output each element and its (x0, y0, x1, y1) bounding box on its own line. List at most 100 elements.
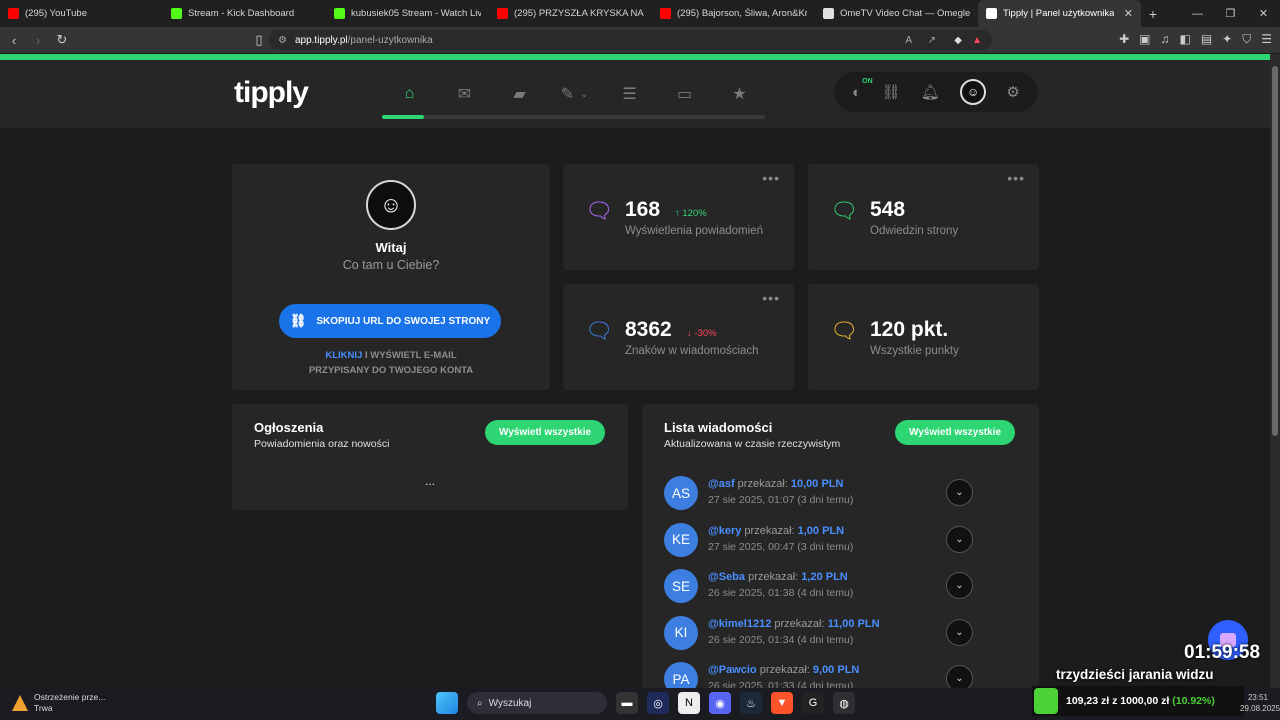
donation-verb: przekazał: (756, 664, 813, 677)
chat-icon: 🗨︎ (830, 318, 858, 343)
chat-icon: 🗨︎ (830, 198, 858, 223)
close-window-button[interactable]: ✕ (1247, 7, 1280, 20)
link-icon: ⛓ (289, 313, 307, 328)
leo-ai-icon[interactable]: ✦ (1222, 32, 1232, 47)
browser-tab[interactable]: OmeTV Video Chat — Omegle R (815, 0, 978, 27)
scrollbar-thumb[interactable] (1272, 66, 1278, 436)
header-avatar[interactable]: ☺ (960, 79, 987, 105)
browser-tab[interactable]: (295) YouTube (0, 0, 163, 27)
expand-message-button[interactable]: ⌄ (946, 525, 973, 553)
browser-tab[interactable]: (295) Bajorson, Śliwa, Aron&Krux, Da (652, 0, 815, 27)
obs-icon[interactable]: ◍ (833, 692, 855, 714)
show-all-messages-button[interactable]: Wyświetl wszystkie (895, 420, 1015, 445)
discord-icon[interactable]: ◉ (709, 692, 731, 714)
stat-label: Odwiedzin strony (870, 225, 959, 237)
browser-tab[interactable]: kubusiek05 Stream - Watch Live on K (326, 0, 489, 27)
browser-toolbar-right: ✚ ▣ ♫ ◧ ▤ ✦ ⛉ ☰ (1119, 32, 1272, 47)
browser-tab[interactable]: Stream - Kick Dashboard (163, 0, 326, 27)
donation-verb: przekazał: (741, 524, 798, 537)
expand-message-button[interactable]: ⌄ (946, 618, 973, 646)
nav-inbox[interactable]: ✉ (437, 82, 492, 106)
stat-trend: ↓ -30% (687, 328, 717, 339)
donor-name[interactable]: @Pawcio (708, 664, 757, 676)
dark-mode-toggle[interactable]: ◐ ON (852, 78, 873, 101)
tab-label: Stream - Kick Dashboard (188, 8, 295, 19)
page-scrollbar[interactable] (1270, 54, 1280, 688)
vpn-icon[interactable]: ⛉ (1242, 32, 1251, 47)
site-header: tipply ⌂ ✉ ▰ ✎ ⌄ ☰ ▭ ★ ◐ ON ⛓ 🔔︎ ☺ ⚙ (0, 60, 1270, 128)
stat-label: Wyświetlenia powiadomień (625, 225, 763, 237)
url-field[interactable]: ⚙ app.tipply.pl/panel-uzytkownika A ↗ ◆ … (268, 30, 992, 50)
close-tab-icon[interactable]: ✕ (1124, 7, 1133, 20)
extensions-icon[interactable]: ✚ (1119, 32, 1129, 47)
site-info-icon[interactable]: ⚙ (278, 35, 287, 46)
nav-wallet[interactable]: ▰ (492, 82, 547, 106)
stat-card-points: 🗨︎ 120 pkt. Wszystkie punkty (808, 284, 1039, 390)
chevron-down-icon: ⌄ (955, 533, 964, 545)
tipply-logo[interactable]: tipply (234, 76, 309, 110)
chevron-down-icon: ⌄ (955, 580, 964, 592)
terminal-icon[interactable]: ▬ (616, 692, 638, 714)
copy-url-button[interactable]: ⛓ SKOPIUJ URL DO SWOJEJ STRONY (279, 304, 501, 338)
steam-icon[interactable]: ♨ (740, 692, 762, 714)
welcome-card: ☺ Witaj Co tam u Ciebie? ⛓ SKOPIUJ URL D… (232, 164, 550, 390)
browser-tab[interactable]: (295) PRZYSZŁA KRYSKA NA MATYSK (489, 0, 652, 27)
expand-message-button[interactable]: ⌄ (946, 572, 973, 600)
nav-star[interactable]: ★ (712, 82, 767, 106)
announcements-title: Ogłoszenia (254, 420, 324, 435)
card-menu-icon[interactable]: ••• (762, 170, 780, 186)
card-menu-icon[interactable]: ••• (1007, 170, 1025, 186)
forward-icon[interactable]: › (28, 33, 48, 48)
nav-window[interactable]: ▭ (657, 82, 712, 106)
wallet-icon[interactable]: ▤ (1201, 32, 1212, 47)
media-icon[interactable]: ♫ (1160, 32, 1169, 47)
taskbar-search-label: Wyszukaj (488, 697, 532, 709)
chevron-down-icon: ⌄ (955, 487, 964, 498)
taskbar-apps: ⌕ Wyszukaj ▬ ◎ N ◉ ♨ ▼ G ◍ (436, 692, 855, 714)
browser-app-icon[interactable]: ◎ (647, 692, 669, 714)
brave-icon[interactable]: ▼ (771, 692, 793, 714)
app-icon[interactable]: G (802, 692, 824, 714)
brave-rewards-icon[interactable]: ▲ (972, 35, 982, 46)
show-all-announcements-button[interactable]: Wyświetl wszystkie (485, 420, 605, 445)
bookmark-icon[interactable]: ▯ (249, 32, 269, 48)
settings-gear-icon[interactable]: ⚙ (1006, 83, 1019, 101)
taskbar-notification[interactable]: Ostrzeżenie prze... Trwa (12, 692, 105, 714)
nav-edit[interactable]: ✎ ⌄ (547, 82, 602, 106)
donor-name[interactable]: @kimel1212 (708, 618, 771, 630)
header-actions: ◐ ON ⛓ 🔔︎ ☺ ⚙ (834, 72, 1038, 112)
message-row: KE @kery przekazał: 1,00 PLN 27 sie 2025, … (664, 521, 984, 561)
translate-icon[interactable]: A (905, 35, 912, 46)
nav-list[interactable]: ☰ (602, 82, 657, 106)
donor-name[interactable]: @Seba (708, 571, 745, 583)
show-email-link[interactable]: KLIKNIJ (325, 350, 362, 361)
sidebar-icon[interactable]: ◧ (1179, 32, 1190, 47)
donor-name[interactable]: @kery (708, 525, 741, 537)
screenshot-icon[interactable]: ▣ (1139, 32, 1150, 47)
show-email-rest1: I WYŚWIETL E-MAIL (362, 350, 457, 361)
browser-tab[interactable]: Tipply | Panel użytkownika ✕ (978, 0, 1141, 27)
new-tab-button[interactable]: + (1141, 6, 1165, 22)
notion-icon[interactable]: N (678, 692, 700, 714)
goal-icon (1034, 688, 1058, 714)
donation-amount: 1,20 PLN (801, 571, 848, 584)
menu-icon[interactable]: ☰ (1261, 32, 1272, 47)
tab-label: (295) YouTube (25, 8, 87, 19)
bell-icon[interactable]: 🔔︎ (921, 83, 940, 101)
card-menu-icon[interactable]: ••• (762, 290, 780, 306)
nav-home[interactable]: ⌂ (382, 82, 437, 106)
reload-icon[interactable]: ↻ (52, 32, 72, 48)
taskbar-search[interactable]: ⌕ Wyszukaj (467, 692, 607, 714)
restore-button[interactable]: ❐ (1214, 7, 1247, 20)
donor-name[interactable]: @asf (708, 478, 735, 490)
windows-start-icon[interactable] (436, 692, 458, 714)
brave-shield-icon[interactable]: ◆ (954, 35, 962, 46)
tab-label: kubusiek05 Stream - Watch Live on K (351, 8, 481, 19)
minimize-button[interactable]: — (1181, 8, 1214, 20)
tab-label: OmeTV Video Chat — Omegle R (840, 8, 970, 19)
link-icon[interactable]: ⛓ (881, 83, 900, 101)
back-icon[interactable]: ‹ (4, 33, 24, 48)
address-bar-row: ‹ › ↻ ▯ ⚙ app.tipply.pl/panel-uzytkownik… (0, 27, 1280, 53)
share-icon[interactable]: ↗ (928, 35, 936, 46)
expand-message-button[interactable]: ⌄ (946, 479, 973, 506)
